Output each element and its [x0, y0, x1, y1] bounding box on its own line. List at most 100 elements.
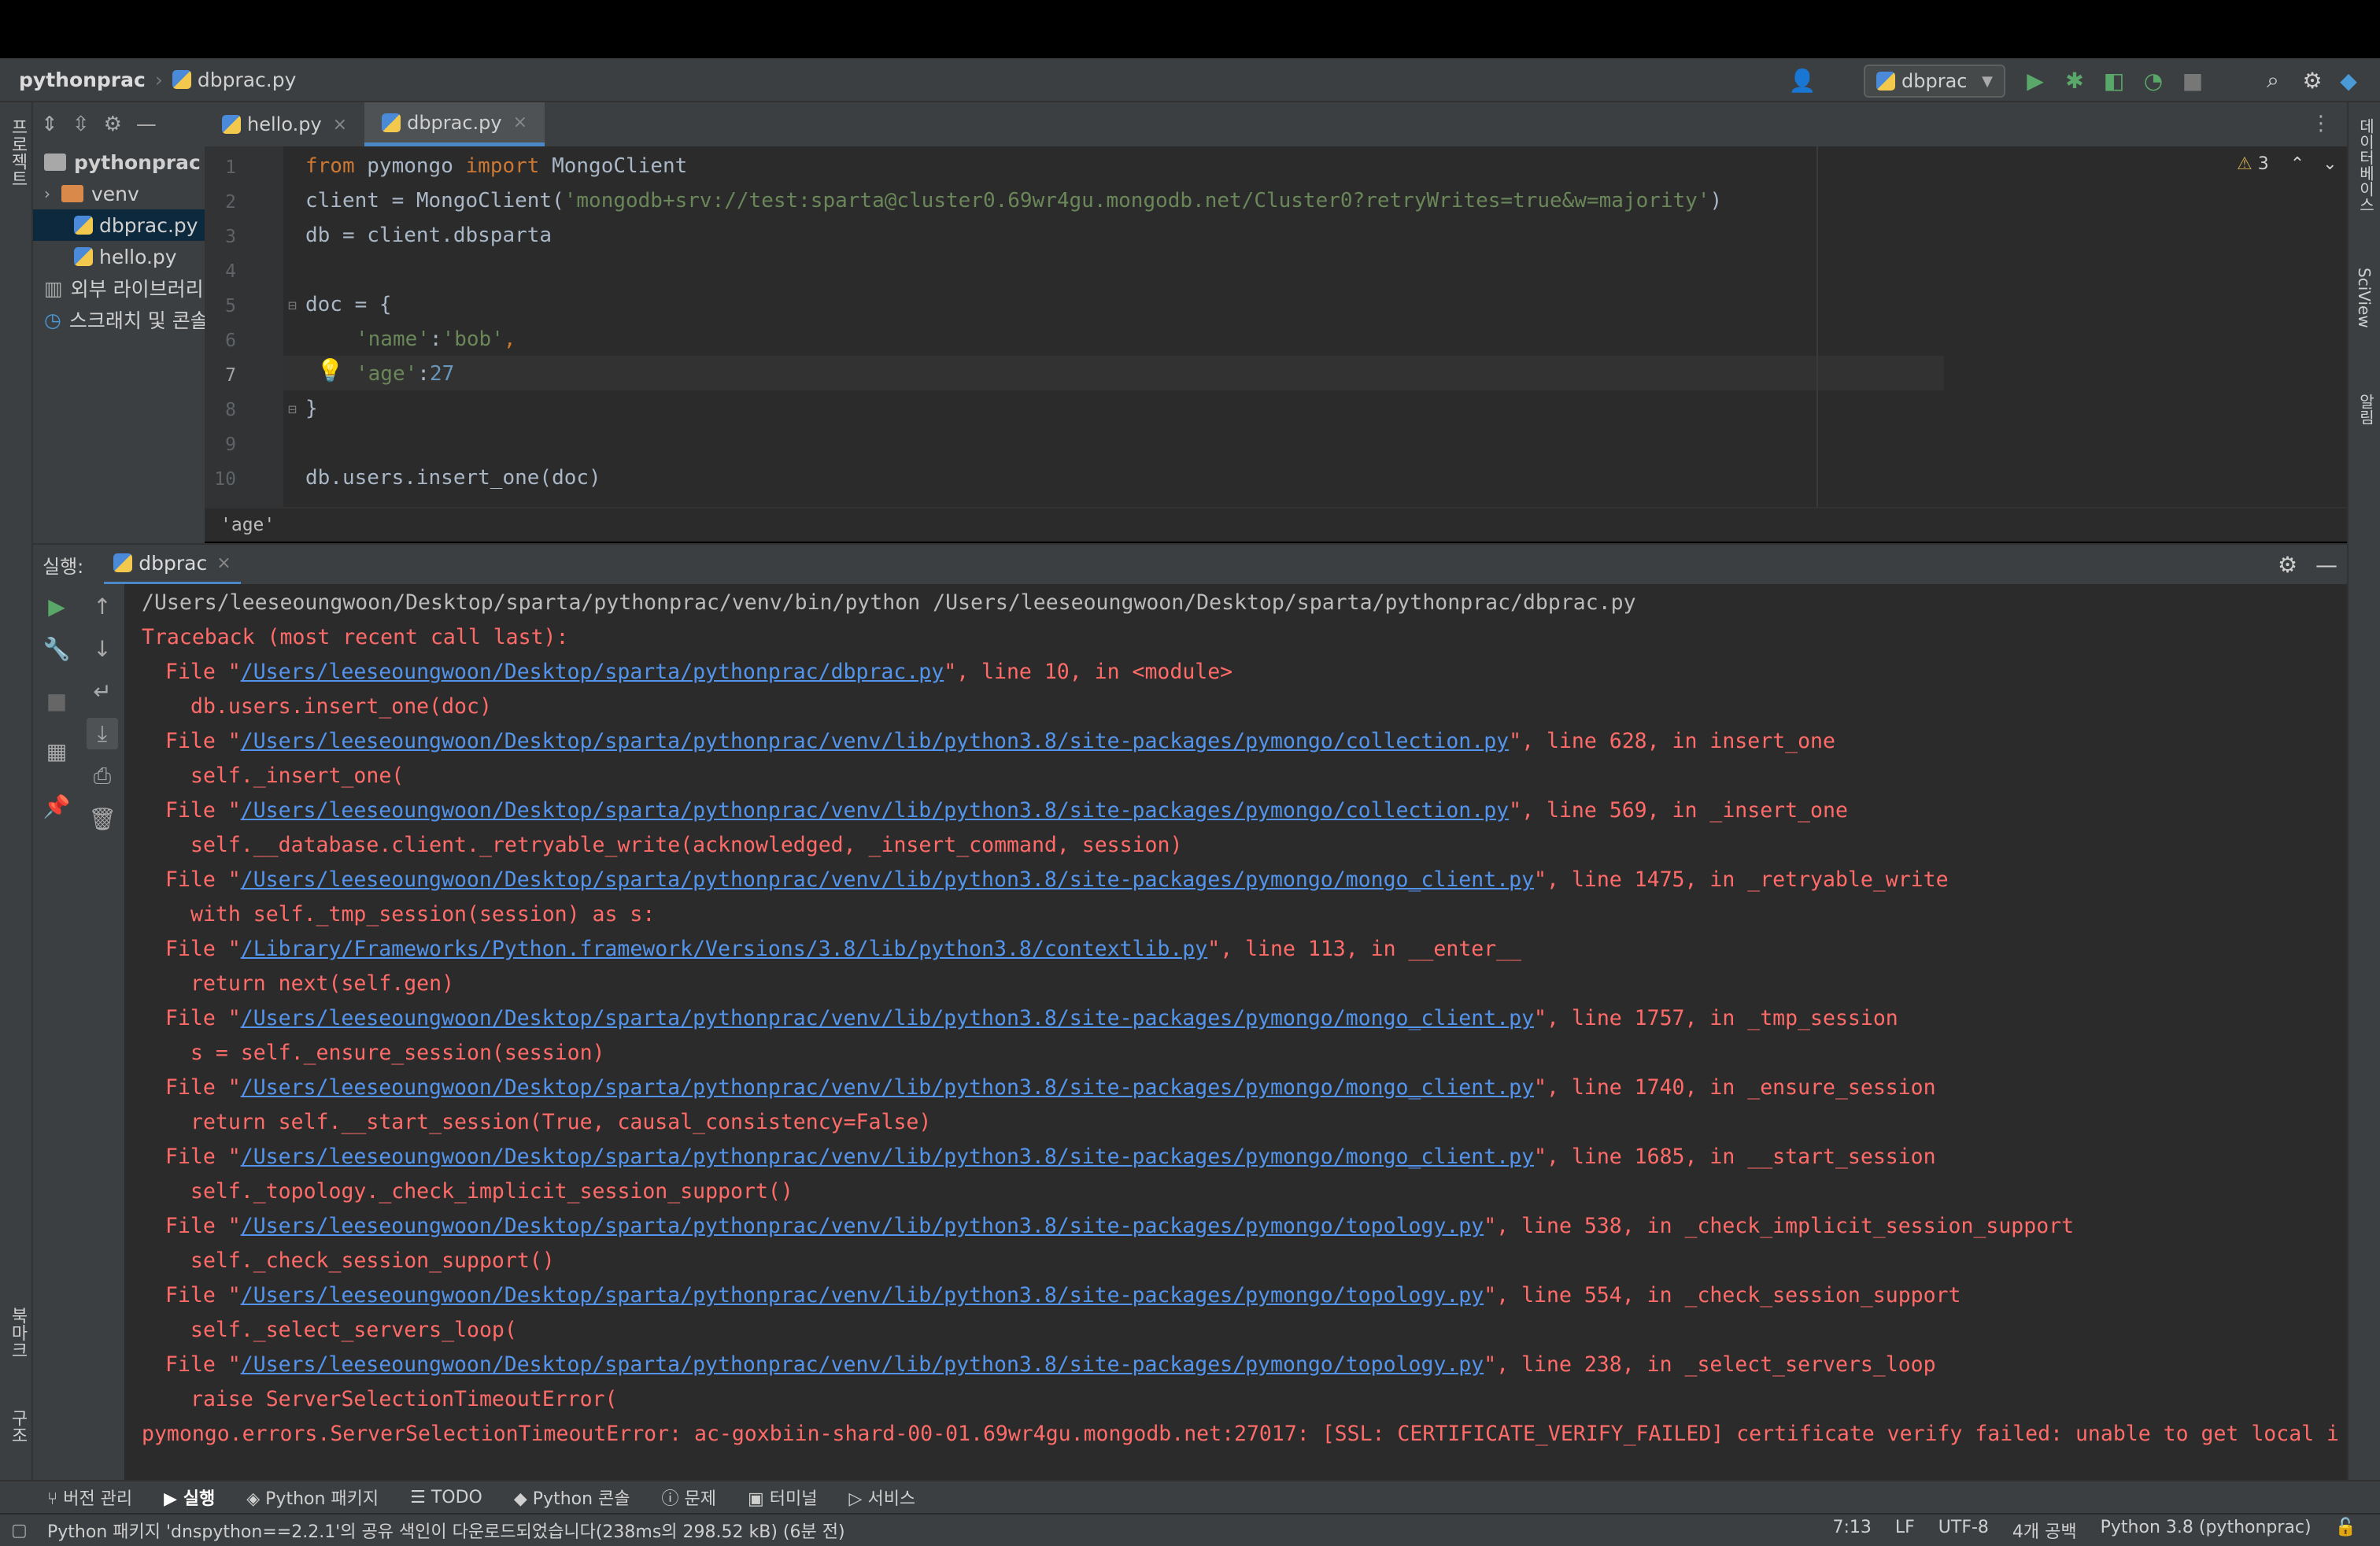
- profile-icon[interactable]: ◔: [2139, 66, 2168, 94]
- tree-item-scratches[interactable]: ◷ 스크래치 및 콘솔: [33, 304, 205, 335]
- search-icon[interactable]: ⌕: [2259, 66, 2287, 94]
- gear-icon[interactable]: ⚙: [2278, 552, 2297, 578]
- user-icon[interactable]: 👤: [1788, 66, 1816, 94]
- tab-hello[interactable]: hello.py ×: [205, 102, 364, 146]
- traceback-link[interactable]: /Users/leeseoungwoon/Desktop/sparta/pyth…: [241, 729, 1509, 753]
- tree-root[interactable]: pythonprac: [33, 146, 205, 178]
- breadcrumb-file[interactable]: dbprac.py: [198, 68, 297, 91]
- tree-item-hello[interactable]: hello.py: [33, 241, 205, 272]
- python-file-icon: [382, 113, 401, 132]
- tool-python-console[interactable]: ◆ Python 콘솔: [514, 1485, 630, 1510]
- stop-icon[interactable]: ■: [41, 685, 72, 716]
- caret-position[interactable]: 7:13: [1832, 1518, 1871, 1543]
- traceback-link[interactable]: /Users/leeseoungwoon/Desktop/sparta/pyth…: [241, 867, 1534, 892]
- chevron-down-icon[interactable]: ⌄: [2323, 154, 2337, 174]
- tool-run[interactable]: ▶ 실행: [164, 1485, 215, 1510]
- run-console[interactable]: /Users/leeseoungwoon/Desktop/sparta/pyth…: [124, 584, 2347, 1480]
- code-editor[interactable]: 1 2 3 4 5 6 7 8 9 10 ⊟ ⊟ 💡 from pymongo …: [205, 146, 2347, 507]
- wrench-icon[interactable]: 🔧: [41, 633, 72, 664]
- lock-icon[interactable]: 🔓: [2335, 1518, 2356, 1543]
- gear-icon[interactable]: ⚙: [2298, 66, 2326, 94]
- stop-icon[interactable]: ■: [2179, 66, 2207, 94]
- database-tool-button[interactable]: 데이터베이스: [2355, 118, 2378, 213]
- indent-setting[interactable]: 4개 공백: [2012, 1518, 2077, 1543]
- lightbulb-icon[interactable]: 💡: [316, 357, 344, 383]
- code-breadcrumb-item[interactable]: 'age': [220, 515, 275, 535]
- project-tool-button[interactable]: 프로젝트: [5, 118, 30, 187]
- run-panel-label: 실행:: [42, 555, 84, 578]
- traceback-link[interactable]: /Users/leeseoungwoon/Desktop/sparta/pyth…: [241, 660, 944, 684]
- tab-dbprac[interactable]: dbprac.py ×: [364, 102, 545, 146]
- status-message[interactable]: Python 패키지 'dnspython==2.2.1'의 공유 색인이 다운…: [47, 1518, 845, 1543]
- trash-icon[interactable]: 🗑: [87, 803, 118, 834]
- tool-terminal[interactable]: ▣ 터미널: [748, 1485, 818, 1510]
- chevron-right-icon[interactable]: ›: [44, 184, 50, 203]
- line-number: 8: [225, 400, 236, 420]
- more-icon[interactable]: ⋮: [2311, 112, 2331, 135]
- traceback-frame: File "/Users/leeseoungwoon/Desktop/spart…: [165, 1283, 1961, 1307]
- jetbrains-icon[interactable]: ◆: [2334, 66, 2363, 94]
- print-icon[interactable]: ⎙: [87, 760, 118, 792]
- inspection-widget[interactable]: ⚠ 3 ⌃ ⌄: [2237, 154, 2338, 174]
- coverage-icon[interactable]: ◧: [2100, 66, 2128, 94]
- run-tab-dbprac[interactable]: dbprac ×: [104, 544, 241, 585]
- bookmarks-tool-button[interactable]: 북마크: [5, 1307, 30, 1359]
- structure-tool-button[interactable]: 구조: [5, 1409, 30, 1444]
- close-icon[interactable]: ×: [513, 113, 527, 132]
- breadcrumb-project[interactable]: pythonprac: [19, 68, 146, 91]
- traceback-link[interactable]: /Users/leeseoungwoon/Desktop/sparta/pyth…: [241, 1352, 1484, 1377]
- settings-icon[interactable]: ⚙: [104, 113, 122, 136]
- traceback-link[interactable]: /Users/leeseoungwoon/Desktop/sparta/pyth…: [241, 1145, 1534, 1169]
- tool-todo[interactable]: ☰ TODO: [410, 1488, 482, 1507]
- right-margin-guide: [1816, 146, 1818, 507]
- debug-icon[interactable]: ✱: [2060, 66, 2089, 94]
- line-number: 6: [225, 331, 236, 351]
- hide-icon[interactable]: —: [2315, 552, 2338, 578]
- layout-icon[interactable]: ▦: [41, 735, 72, 767]
- layers-icon: ◈: [246, 1489, 266, 1509]
- tool-python-packages[interactable]: ◈ Python 패키지: [246, 1485, 379, 1510]
- traceback-frame: File "/Users/leeseoungwoon/Desktop/spart…: [165, 1214, 2075, 1238]
- python-interpreter[interactable]: Python 3.8 (pythonprac): [2101, 1518, 2312, 1543]
- window-top-bar: [0, 0, 2380, 58]
- tool-version-control[interactable]: ⑂ 버전 관리: [47, 1485, 132, 1510]
- fold-icon[interactable]: ⊟: [288, 401, 297, 418]
- notifications-tool-button[interactable]: 알림: [2355, 394, 2378, 425]
- run-config-select[interactable]: dbprac ▼: [1864, 65, 2005, 98]
- collapse-all-icon[interactable]: ⇳: [72, 113, 90, 136]
- pin-icon[interactable]: 📌: [41, 790, 72, 822]
- close-icon[interactable]: ×: [216, 553, 231, 573]
- terminal-icon: ▣: [748, 1489, 770, 1509]
- traceback-link[interactable]: /Users/leeseoungwoon/Desktop/sparta/pyth…: [241, 1006, 1534, 1030]
- hide-icon[interactable]: —: [136, 113, 157, 136]
- close-icon[interactable]: ×: [333, 115, 347, 135]
- traceback-frame: File "/Library/Frameworks/Python.framewo…: [165, 937, 1522, 961]
- console-command: /Users/leeseoungwoon/Desktop/sparta/pyth…: [142, 590, 1636, 615]
- warning-icon: ⚠: [2237, 154, 2252, 174]
- scroll-to-end-icon[interactable]: ⤓: [87, 718, 118, 749]
- branch-icon: ⑂: [47, 1489, 64, 1509]
- rerun-icon[interactable]: ▶: [41, 590, 72, 622]
- tool-services[interactable]: ▷ 서비스: [849, 1485, 916, 1510]
- run-icon[interactable]: ▶: [2021, 66, 2049, 94]
- tree-item-dbprac[interactable]: dbprac.py: [33, 209, 205, 241]
- file-encoding[interactable]: UTF-8: [1938, 1518, 1989, 1543]
- traceback-link[interactable]: /Users/leeseoungwoon/Desktop/sparta/pyth…: [241, 1075, 1534, 1100]
- traceback-link[interactable]: /Users/leeseoungwoon/Desktop/sparta/pyth…: [241, 1283, 1484, 1307]
- sciview-tool-button[interactable]: SciView: [2355, 268, 2374, 328]
- tree-item-venv[interactable]: › venv: [33, 178, 205, 209]
- tool-problems[interactable]: ⓘ 문제: [662, 1485, 716, 1510]
- arrow-down-icon[interactable]: ↓: [87, 633, 118, 664]
- tree-item-external-libraries[interactable]: ▥ 외부 라이브러리: [33, 272, 205, 304]
- fold-icon[interactable]: ⊟: [288, 298, 297, 314]
- traceback-link[interactable]: /Users/leeseoungwoon/Desktop/sparta/pyth…: [241, 1214, 1484, 1238]
- toggle-tool-windows-icon[interactable]: ▢: [11, 1521, 28, 1540]
- expand-all-icon[interactable]: ⇕: [41, 113, 58, 136]
- traceback-link[interactable]: /Library/Frameworks/Python.framework/Ver…: [241, 937, 1208, 961]
- editor-tabs: hello.py × dbprac.py × ⋮: [205, 102, 2347, 146]
- chevron-up-icon[interactable]: ⌃: [2290, 154, 2304, 174]
- soft-wrap-icon[interactable]: ↵: [87, 675, 118, 707]
- arrow-up-icon[interactable]: ↑: [87, 590, 118, 622]
- traceback-link[interactable]: /Users/leeseoungwoon/Desktop/sparta/pyth…: [241, 798, 1509, 823]
- line-separator[interactable]: LF: [1895, 1518, 1915, 1543]
